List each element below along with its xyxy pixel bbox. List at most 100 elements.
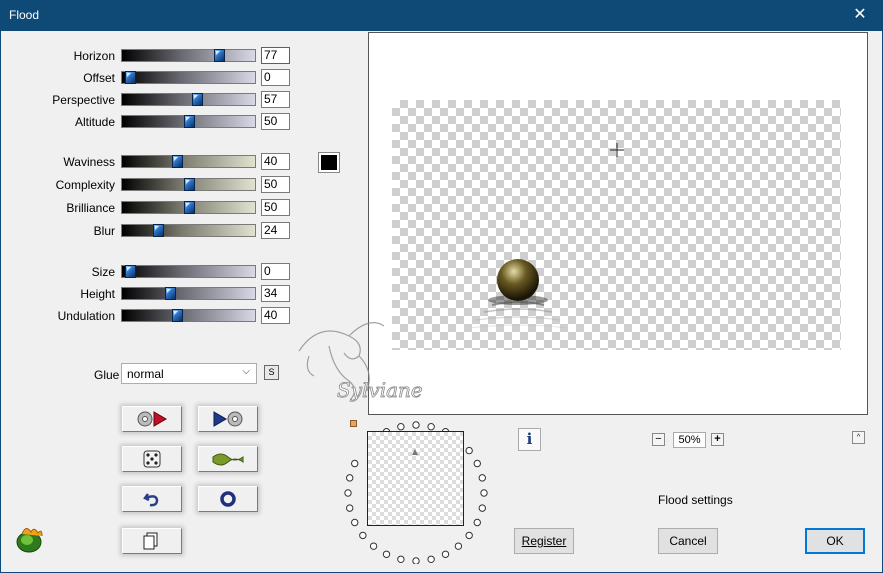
height-slider-thumb[interactable]: [165, 287, 177, 300]
crosshair-icon: [610, 143, 624, 157]
horizon-slider[interactable]: [121, 49, 256, 62]
waviness-slider-thumb[interactable]: [172, 155, 184, 168]
ok-button[interactable]: OK: [805, 528, 865, 554]
dial-dot[interactable]: [346, 504, 354, 512]
perspective-slider[interactable]: [121, 93, 256, 106]
dial-dot[interactable]: [427, 423, 435, 431]
dice-icon: [143, 450, 161, 468]
horizon-slider-thumb[interactable]: [213, 49, 225, 62]
collapse-icon[interactable]: ^: [852, 431, 865, 444]
offset-value-field[interactable]: 0: [261, 69, 290, 86]
copy-button[interactable]: [122, 528, 182, 554]
size-slider-thumb[interactable]: [125, 265, 136, 278]
param-row-waviness: Waviness 40: [1, 152, 301, 172]
sphere-object: [497, 259, 539, 301]
altitude-slider-thumb[interactable]: [184, 115, 195, 128]
dial-dot[interactable]: [427, 555, 435, 563]
undulation-slider[interactable]: [121, 309, 256, 322]
height-slider[interactable]: [121, 287, 256, 300]
dial-dot[interactable]: [397, 555, 405, 563]
dial-dot[interactable]: [478, 474, 486, 482]
param-row-blur: Blur 24: [1, 221, 301, 241]
complexity-value-field[interactable]: 50: [261, 176, 290, 193]
undo-button[interactable]: [122, 486, 182, 512]
navigator-thumbnail[interactable]: [367, 431, 464, 526]
dial-dot[interactable]: [369, 542, 378, 550]
play-back-button[interactable]: [122, 406, 182, 432]
dial-dot[interactable]: [346, 474, 354, 482]
reset-button[interactable]: [198, 486, 258, 512]
horizon-value-field[interactable]: 77: [261, 47, 290, 64]
register-button[interactable]: Register: [514, 528, 574, 554]
dial-dot[interactable]: [397, 423, 405, 431]
perspective-label: Perspective: [52, 93, 115, 107]
dial-dot[interactable]: [351, 459, 359, 468]
blur-slider[interactable]: [121, 224, 256, 237]
glue-select[interactable]: normal ⌵: [121, 363, 257, 384]
offset-slider[interactable]: [121, 71, 256, 84]
dial-dot[interactable]: [412, 421, 420, 429]
altitude-slider[interactable]: [121, 115, 256, 128]
size-label: Size: [91, 265, 115, 279]
waviness-slider[interactable]: [121, 155, 256, 168]
dial-dot[interactable]: [465, 531, 473, 540]
dial-dot[interactable]: [473, 518, 481, 527]
zoom-level[interactable]: 50%: [673, 432, 706, 448]
complexity-slider-thumb[interactable]: [184, 178, 195, 191]
close-icon[interactable]: ✕: [837, 0, 883, 31]
waviness-value-field[interactable]: 40: [261, 153, 290, 170]
height-value-field[interactable]: 34: [261, 285, 290, 302]
brilliance-slider-thumb[interactable]: [184, 201, 195, 214]
dial-dot[interactable]: [344, 489, 352, 497]
glue-s-button[interactable]: S: [264, 365, 279, 380]
cancel-button-label: Cancel: [669, 534, 707, 548]
settings-name-label: Flood settings: [658, 493, 733, 507]
offset-slider-thumb[interactable]: [125, 71, 136, 84]
blur-slider-thumb[interactable]: [153, 224, 165, 237]
dial-dot[interactable]: [382, 550, 391, 558]
dial-dot[interactable]: [473, 459, 481, 468]
randomize-button[interactable]: [122, 446, 182, 472]
dial-dot[interactable]: [480, 489, 488, 497]
size-slider[interactable]: [121, 265, 256, 278]
altitude-value-field[interactable]: 50: [261, 113, 290, 130]
info-icon[interactable]: i: [518, 428, 541, 451]
dial-dot[interactable]: [412, 557, 420, 564]
complexity-slider[interactable]: [121, 178, 256, 191]
glue-label: Glue: [94, 368, 120, 382]
altitude-label: Altitude: [74, 115, 115, 129]
dial-dot[interactable]: [359, 531, 367, 540]
brilliance-slider[interactable]: [121, 201, 256, 214]
param-row-undulation: Undulation 40: [1, 306, 301, 326]
horizon-label: Horizon: [73, 49, 115, 63]
zoom-out-button[interactable]: −: [652, 433, 665, 446]
title-bar: Flood ✕: [0, 0, 883, 31]
dial-dot[interactable]: [465, 446, 473, 455]
blur-value-field[interactable]: 24: [261, 222, 290, 239]
size-value-field[interactable]: 0: [261, 263, 290, 280]
window-title: Flood: [9, 8, 40, 22]
dial-dot[interactable]: [441, 550, 450, 558]
copy-pages-icon: [143, 532, 158, 550]
undo-icon: [143, 493, 159, 507]
dial-dot[interactable]: [478, 504, 486, 512]
undulation-value-field[interactable]: 40: [261, 307, 290, 324]
wave-button[interactable]: [198, 446, 258, 472]
register-button-label: Register: [521, 534, 567, 548]
svg-text:Sylviane: Sylviane: [337, 378, 423, 402]
perspective-slider-thumb[interactable]: [192, 93, 204, 106]
undulation-slider-thumb[interactable]: [172, 309, 184, 322]
perspective-value-field[interactable]: 57: [261, 91, 290, 108]
dial-dot[interactable]: [351, 518, 359, 527]
brilliance-value-field[interactable]: 50: [261, 199, 290, 216]
color-swatch[interactable]: [318, 152, 340, 173]
zoom-in-button[interactable]: +: [711, 433, 724, 446]
cancel-button[interactable]: Cancel: [658, 528, 718, 554]
dial-dot[interactable]: [454, 542, 463, 550]
param-row-perspective: Perspective 57: [1, 90, 301, 110]
param-row-offset: Offset 0: [1, 68, 301, 88]
play-forward-button[interactable]: [198, 406, 258, 432]
ok-button-label: OK: [826, 534, 844, 548]
dial-anchor-handle[interactable]: [350, 420, 357, 427]
waviness-label: Waviness: [63, 155, 115, 169]
